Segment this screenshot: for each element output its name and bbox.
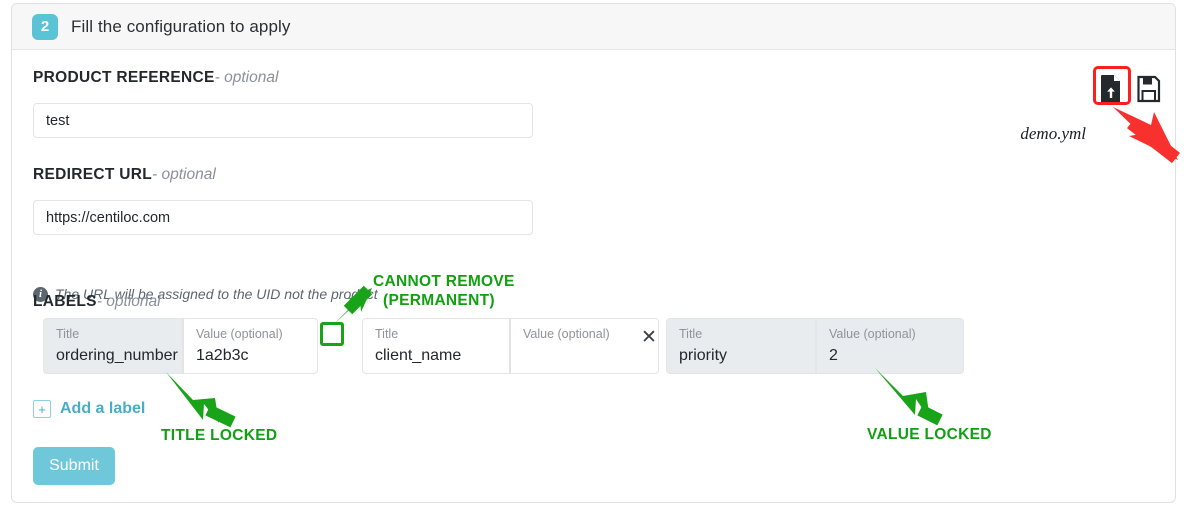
annotation-green-box-no-remove bbox=[320, 322, 344, 346]
label-title-caption: Title bbox=[56, 327, 80, 341]
label-value-field[interactable]: Value (optional) 1a2b3c bbox=[183, 318, 318, 374]
label-row: Title client_name Value (optional) bbox=[362, 318, 659, 374]
label-title-value: ordering_number bbox=[56, 347, 178, 364]
product-reference-input-value: test bbox=[46, 112, 70, 129]
labels-section-label-text: LABELS bbox=[33, 293, 97, 310]
card-header-title: Fill the configuration to apply bbox=[71, 16, 291, 36]
label-title-field-locked: Title priority bbox=[666, 318, 816, 374]
floppy-save-icon[interactable] bbox=[1136, 74, 1162, 104]
add-label-text: Add a label bbox=[60, 400, 146, 417]
redirect-url-label: REDIRECT URL- optional bbox=[33, 166, 216, 184]
close-icon[interactable]: ✕ bbox=[641, 328, 657, 347]
label-value-value: 1a2b3c bbox=[196, 347, 249, 364]
product-reference-label: PRODUCT REFERENCE- optional bbox=[33, 69, 278, 87]
redirect-url-input[interactable]: https://centiloc.com bbox=[33, 200, 533, 235]
card-header: 2 Fill the configuration to apply bbox=[12, 4, 1175, 50]
label-title-field[interactable]: Title client_name bbox=[362, 318, 510, 374]
screenshot-root: 2 Fill the configuration to apply PRODUC… bbox=[0, 0, 1200, 511]
annotation-red-highlight-box bbox=[1093, 66, 1131, 105]
redirect-url-optional-text: - optional bbox=[152, 166, 216, 183]
product-reference-input[interactable]: test bbox=[33, 103, 533, 138]
annotation-value-locked: VALUE LOCKED bbox=[867, 426, 992, 443]
label-title-value: client_name bbox=[375, 347, 462, 364]
label-row: Title priority Value (optional) 2 bbox=[666, 318, 964, 374]
submit-button[interactable]: Submit bbox=[33, 447, 115, 485]
label-value-caption: Value (optional) bbox=[523, 327, 610, 341]
labels-section-optional-text: - optional bbox=[96, 293, 161, 310]
annotation-cannot-remove-line1: CANNOT REMOVE bbox=[373, 273, 515, 290]
redirect-url-input-value: https://centiloc.com bbox=[46, 209, 171, 226]
label-value-field-locked: Value (optional) 2 bbox=[816, 318, 964, 374]
label-value-caption: Value (optional) bbox=[829, 327, 916, 341]
label-value-field[interactable]: Value (optional) bbox=[510, 318, 659, 374]
label-title-caption: Title bbox=[375, 327, 399, 341]
label-title-field-locked: Title ordering_number bbox=[43, 318, 183, 374]
label-value-caption: Value (optional) bbox=[196, 327, 283, 341]
product-reference-optional-text: - optional bbox=[214, 69, 279, 86]
label-row: Title ordering_number Value (optional) 1… bbox=[43, 318, 318, 374]
label-title-caption: Title bbox=[679, 327, 703, 341]
labels-section-label: LABELS- optional bbox=[33, 293, 161, 311]
label-value-value: 2 bbox=[829, 347, 838, 364]
product-reference-label-text: PRODUCT REFERENCE bbox=[33, 69, 215, 86]
add-label-button[interactable]: + Add a label bbox=[33, 400, 145, 418]
file-name-text: demo.yml bbox=[1020, 124, 1086, 143]
label-title-value: priority bbox=[679, 347, 728, 364]
step-number-badge: 2 bbox=[32, 13, 58, 40]
annotation-title-locked: TITLE LOCKED bbox=[161, 427, 278, 444]
redirect-url-label-text: REDIRECT URL bbox=[33, 166, 152, 183]
plus-box-icon: + bbox=[33, 400, 51, 418]
annotation-cannot-remove-line2: (PERMANENT) bbox=[383, 292, 495, 309]
floppy-save-icon-svg bbox=[1137, 75, 1161, 103]
